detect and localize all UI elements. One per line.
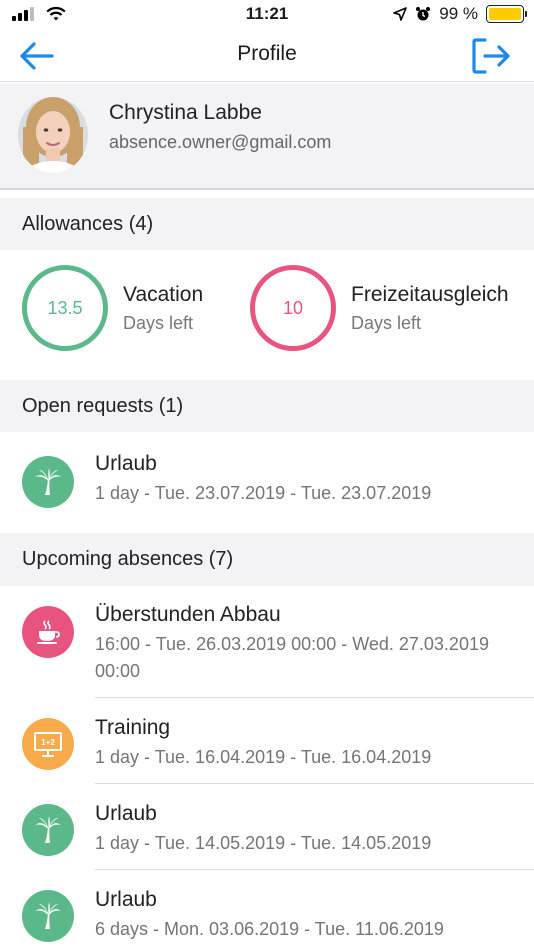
item-subtitle: 6 days - Mon. 03.06.2019 - Tue. 11.06.20…	[95, 919, 444, 939]
upcoming-absence-item[interactable]: 1+2 Training 1 day - Tue. 16.04.2019 - T…	[0, 698, 534, 784]
location-icon	[393, 7, 408, 21]
item-title: Urlaub	[95, 888, 157, 911]
item-title: Urlaub	[95, 452, 157, 475]
profile-email: absence.owner@gmail.com	[109, 132, 332, 152]
item-subtitle: 16:00 - Tue. 26.03.2019 00:00 - Wed. 27.…	[95, 634, 489, 681]
upcoming-absence-item[interactable]: Überstunden Abbau 16:00 - Tue. 26.03.201…	[0, 586, 534, 698]
nav-bar: Profile	[0, 30, 534, 82]
allowance-vacation[interactable]: 13.5 Vacation Days left	[22, 265, 203, 351]
allowance-subtitle: Days left	[351, 312, 422, 333]
freizeitausgleich-days-ring: 10	[250, 265, 336, 351]
battery-fill	[489, 8, 521, 20]
profile-name: Chrystina Labbe	[109, 101, 262, 124]
profile-header: Chrystina Labbe absence.owner@gmail.com	[0, 83, 534, 190]
logout-icon	[472, 38, 510, 74]
svg-text:1+2: 1+2	[41, 738, 55, 747]
alarm-icon	[416, 7, 431, 21]
upcoming-absence-item[interactable]: Urlaub 1 day - Tue. 14.05.2019 - Tue. 14…	[0, 784, 534, 870]
item-title: Training	[95, 716, 171, 739]
allowance-subtitle: Days left	[123, 312, 194, 333]
avatar[interactable]	[18, 97, 88, 173]
allowances-header: Allowances (4)	[0, 198, 534, 250]
item-subtitle: 1 day - Tue. 16.04.2019 - Tue. 16.04.201…	[95, 747, 432, 767]
battery-icon	[486, 5, 527, 23]
open-request-item[interactable]: Urlaub 1 day - Tue. 23.07.2019 - Tue. 23…	[0, 432, 534, 532]
item-title: Urlaub	[95, 802, 157, 825]
palm-tree-icon	[22, 890, 74, 942]
allowance-title: Vacation	[123, 282, 204, 306]
page-title: Profile	[237, 42, 297, 65]
item-subtitle: 1 day - Tue. 14.05.2019 - Tue. 14.05.201…	[95, 833, 432, 853]
item-title: Überstunden Abbau	[95, 603, 281, 626]
allowance-title: Freizeitausgleich	[351, 282, 509, 306]
battery-percent: 99 %	[439, 4, 478, 23]
allowance-freizeitausgleich[interactable]: 10 Freizeitausgleich Days left	[250, 265, 509, 351]
palm-tree-icon	[22, 456, 74, 508]
upcoming-absence-item[interactable]: Urlaub 6 days - Mon. 03.06.2019 - Tue. 1…	[0, 870, 534, 950]
training-board-icon: 1+2	[22, 718, 74, 770]
open-requests-header: Open requests (1)	[0, 380, 534, 432]
item-subtitle: 1 day - Tue. 23.07.2019 - Tue. 23.07.201…	[95, 483, 432, 503]
coffee-cup-icon	[22, 606, 74, 658]
logout-button[interactable]	[470, 36, 512, 76]
palm-tree-icon	[22, 804, 74, 856]
status-bar: 11:21 99 %	[0, 0, 534, 30]
upcoming-absences-header: Upcoming absences (7)	[0, 533, 534, 586]
vacation-days-ring: 13.5	[22, 265, 108, 351]
